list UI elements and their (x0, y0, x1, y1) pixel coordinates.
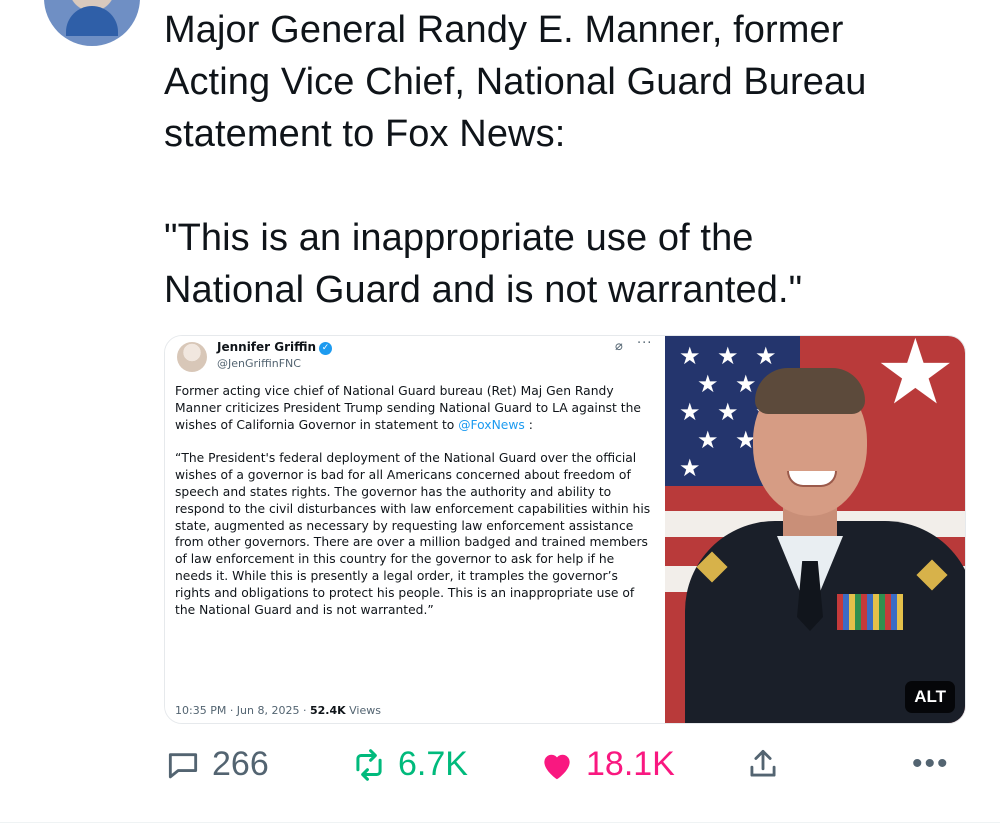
verified-badge-icon: ✓ (319, 342, 333, 355)
reply-icon (168, 752, 198, 778)
flag-star-icon: ★ (717, 343, 739, 370)
embedded-quote-paragraph: “The President's federal deployment of t… (175, 451, 651, 617)
repost-button[interactable]: 6.7K (350, 745, 468, 784)
like-button[interactable]: 18.1K (538, 745, 675, 784)
embedded-intro-end: : (524, 417, 533, 432)
general-star-icon: ★ (875, 336, 956, 423)
embedded-intro-paragraph: Former acting vice chief of National Gua… (175, 383, 655, 433)
embedded-tweet-body: Former acting vice chief of National Gua… (175, 383, 655, 635)
embedded-timestamp: 10:35 PM · Jun 8, 2025 · (175, 704, 310, 717)
repost-count: 6.7K (398, 745, 468, 783)
embedded-views-label: Views (345, 704, 381, 717)
share-button[interactable] (744, 745, 792, 783)
embedded-tweet-screenshot[interactable]: Jennifer Griffin ✓ @JenGriffinFNC ⌀ ··· F… (165, 336, 661, 723)
flag-star-icon: ★ (755, 343, 777, 370)
share-icon (750, 749, 776, 777)
flag-star-icon: ★ (679, 399, 701, 426)
embedded-intro-text: Former acting vice chief of National Gua… (175, 384, 641, 432)
reply-button[interactable]: 266 (164, 745, 269, 784)
grok-icon: ⌀ (615, 339, 623, 354)
hair (755, 368, 865, 414)
reply-count: 266 (212, 745, 269, 783)
embedded-views-count: 52.4K (309, 704, 346, 717)
embedded-avatar (177, 342, 207, 372)
author-avatar[interactable] (44, 0, 140, 46)
flag-star-icon: ★ (697, 427, 719, 454)
more-icon[interactable]: ••• (912, 747, 950, 781)
repost-icon (356, 748, 382, 781)
flag-star-icon: ★ (679, 455, 701, 482)
alt-text-button[interactable]: ALT (905, 681, 955, 713)
flag-star-icon: ★ (679, 343, 701, 370)
flag-star-icon: ★ (717, 399, 739, 426)
embedded-author-name-text: Jennifer Griffin (217, 340, 317, 354)
embedded-author-handle: @JenGriffinFNC (217, 357, 301, 370)
embedded-author-name: Jennifer Griffin ✓ (217, 340, 333, 355)
flag-star-icon: ★ (735, 371, 757, 398)
heart-icon (544, 754, 570, 779)
action-bar: 266 6.7K 18.1K ••• (164, 745, 964, 791)
media-container[interactable]: Jennifer Griffin ✓ @JenGriffinFNC ⌀ ··· F… (164, 335, 966, 724)
like-count: 18.1K (586, 745, 675, 783)
ribbons (837, 594, 903, 630)
general-portrait-photo[interactable]: ★ ★ ★ ★ ★ ★ ★ ★ ★ ★ ★ ★ ALT (665, 336, 965, 723)
embedded-more-icon: ··· (637, 336, 653, 351)
embedded-meta: 10:35 PM · Jun 8, 2025 · 52.4K Views (175, 704, 381, 717)
post-text: Major General Randy E. Manner, former Ac… (164, 9, 867, 311)
flag-star-icon: ★ (697, 371, 719, 398)
divider (0, 822, 1000, 823)
foxnews-mention: @FoxNews (458, 417, 525, 432)
